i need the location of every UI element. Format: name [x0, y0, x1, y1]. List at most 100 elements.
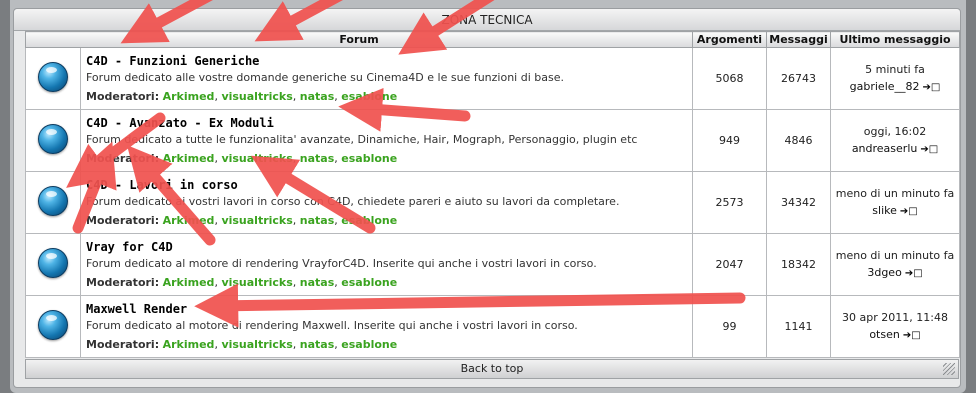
moderator-link[interactable]: esablone: [341, 214, 397, 227]
last-post-user[interactable]: otsen: [869, 328, 900, 341]
forum-description: Forum dedicato al motore di rendering Ma…: [86, 319, 578, 332]
forum-globe-icon: [38, 310, 68, 340]
goto-last-post-icon[interactable]: ➔□: [900, 203, 918, 220]
header-forum: Forum: [25, 31, 693, 48]
goto-last-post-icon[interactable]: ➔□: [905, 265, 923, 282]
forum-row: C4D - Lavori in corso Forum dedicato ai …: [25, 171, 960, 234]
moderator-link[interactable]: natas: [300, 338, 334, 351]
forum-title-link[interactable]: C4D - Avanzato - Ex Moduli: [86, 116, 687, 130]
forum-globe-icon: [38, 62, 68, 92]
last-post-cell: 5 minuti fa gabriele__82 ➔□: [830, 47, 960, 110]
forum-info: Vray for C4D Forum dedicato al motore di…: [80, 233, 693, 296]
moderators: Moderatori: Arkimed, visualtricks, natas…: [86, 338, 687, 351]
forum-table: Forum Argomenti Messaggi Ultimo messaggi…: [25, 31, 960, 358]
last-post-user[interactable]: slike: [872, 204, 897, 217]
back-to-top-bar: Back to top: [25, 359, 959, 379]
forum-icon-cell: [25, 109, 81, 172]
forum-info: C4D - Lavori in corso Forum dedicato ai …: [80, 171, 693, 234]
last-post-cell: meno di un minuto fa slike ➔□: [830, 171, 960, 234]
moderator-link[interactable]: esablone: [341, 90, 397, 103]
forum-icon-cell: [25, 171, 81, 234]
posts-count: 18342: [766, 233, 831, 296]
category-title[interactable]: ZONA TECNICA: [14, 9, 960, 31]
moderator-link[interactable]: natas: [300, 214, 334, 227]
separator: ,: [292, 276, 300, 289]
forum-description: Forum dedicato alle vostre domande gener…: [86, 71, 564, 84]
moderator-link[interactable]: Arkimed: [163, 276, 215, 289]
forum-row: Vray for C4D Forum dedicato al motore di…: [25, 233, 960, 296]
forum-row: C4D - Funzioni Generiche Forum dedicato …: [25, 47, 960, 110]
forum-row: Maxwell Render Forum dedicato al motore …: [25, 295, 960, 358]
moderator-link[interactable]: Arkimed: [163, 90, 215, 103]
moderators: Moderatori: Arkimed, visualtricks, natas…: [86, 276, 687, 289]
posts-count: 26743: [766, 47, 831, 110]
last-post-time: 5 minuti fa: [865, 63, 925, 76]
moderator-link[interactable]: visualtricks: [221, 276, 292, 289]
topics-count: 2573: [692, 171, 767, 234]
forum-title-link[interactable]: Maxwell Render: [86, 302, 687, 316]
forum-category-panel: ZONA TECNICA Forum Argomenti Messaggi Ul…: [13, 8, 961, 388]
topics-count: 5068: [692, 47, 767, 110]
forum-row: C4D - Avanzato - Ex Moduli Forum dedicat…: [25, 109, 960, 172]
goto-last-post-icon[interactable]: ➔□: [903, 327, 921, 344]
posts-count: 4846: [766, 109, 831, 172]
header-last-post: Ultimo messaggio: [830, 31, 960, 48]
last-post-user[interactable]: andreaserlu: [852, 142, 918, 155]
moderator-link[interactable]: esablone: [341, 338, 397, 351]
back-to-top-link[interactable]: Back to top: [461, 362, 524, 375]
topics-count: 949: [692, 109, 767, 172]
moderators-label: Moderatori:: [86, 152, 160, 165]
moderators-label: Moderatori:: [86, 338, 160, 351]
last-post-cell: 30 apr 2011, 11:48 otsen ➔□: [830, 295, 960, 358]
resize-grip-icon[interactable]: [943, 363, 955, 375]
moderators: Moderatori: Arkimed, visualtricks, natas…: [86, 214, 687, 227]
last-post-time: oggi, 16:02: [863, 125, 927, 138]
topics-count: 2047: [692, 233, 767, 296]
last-post-cell: meno di un minuto fa 3dgeo ➔□: [830, 233, 960, 296]
moderator-link[interactable]: natas: [300, 90, 334, 103]
last-post-time: meno di un minuto fa: [835, 249, 955, 262]
moderator-link[interactable]: visualtricks: [221, 90, 292, 103]
last-post-cell: oggi, 16:02 andreaserlu ➔□: [830, 109, 960, 172]
moderator-link[interactable]: visualtricks: [221, 214, 292, 227]
forum-globe-icon: [38, 124, 68, 154]
forum-icon-cell: [25, 47, 81, 110]
moderators-label: Moderatori:: [86, 214, 160, 227]
moderator-link[interactable]: Arkimed: [163, 214, 215, 227]
last-post-time: meno di un minuto fa: [835, 187, 955, 200]
forum-description: Forum dedicato ai vostri lavori in corso…: [86, 195, 620, 208]
moderator-link[interactable]: Arkimed: [163, 152, 215, 165]
moderator-link[interactable]: esablone: [341, 152, 397, 165]
moderator-link[interactable]: Arkimed: [163, 338, 215, 351]
last-post-user[interactable]: gabriele__82: [850, 80, 920, 93]
last-post-time: 30 apr 2011, 11:48: [842, 311, 948, 324]
separator: ,: [292, 214, 300, 227]
goto-last-post-icon[interactable]: ➔□: [923, 79, 941, 96]
moderators-label: Moderatori:: [86, 276, 160, 289]
forum-title-link[interactable]: Vray for C4D: [86, 240, 687, 254]
header-posts: Messaggi: [766, 31, 831, 48]
header-topics: Argomenti: [692, 31, 767, 48]
posts-count: 1141: [766, 295, 831, 358]
posts-count: 34342: [766, 171, 831, 234]
moderator-link[interactable]: visualtricks: [221, 152, 292, 165]
goto-last-post-icon[interactable]: ➔□: [920, 141, 938, 158]
forum-icon-cell: [25, 295, 81, 358]
forum-icon-cell: [25, 233, 81, 296]
forum-info: C4D - Funzioni Generiche Forum dedicato …: [80, 47, 693, 110]
separator: ,: [292, 90, 300, 103]
forum-description: Forum dedicato a tutte le funzionalita' …: [86, 133, 638, 146]
moderator-link[interactable]: esablone: [341, 276, 397, 289]
forum-globe-icon: [38, 248, 68, 278]
forum-info: C4D - Avanzato - Ex Moduli Forum dedicat…: [80, 109, 693, 172]
forum-title-link[interactable]: C4D - Funzioni Generiche: [86, 54, 687, 68]
moderators: Moderatori: Arkimed, visualtricks, natas…: [86, 152, 687, 165]
forum-info: Maxwell Render Forum dedicato al motore …: [80, 295, 693, 358]
moderator-link[interactable]: natas: [300, 276, 334, 289]
moderators: Moderatori: Arkimed, visualtricks, natas…: [86, 90, 687, 103]
last-post-user[interactable]: 3dgeo: [867, 266, 901, 279]
moderator-link[interactable]: natas: [300, 152, 334, 165]
forum-title-link[interactable]: C4D - Lavori in corso: [86, 178, 687, 192]
moderator-link[interactable]: visualtricks: [221, 338, 292, 351]
separator: ,: [292, 152, 300, 165]
